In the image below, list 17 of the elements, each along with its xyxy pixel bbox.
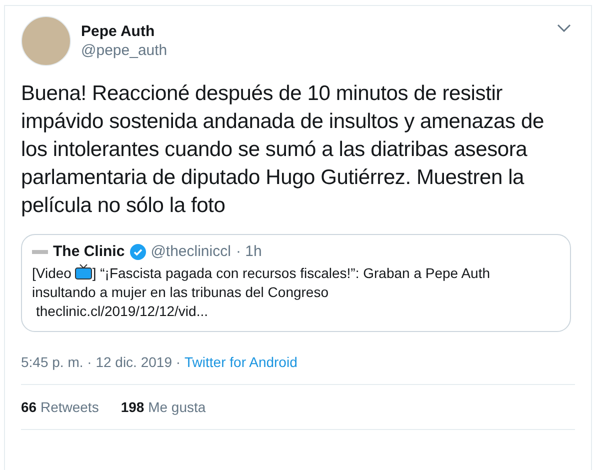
quoted-tweet[interactable]: The Clinic @thecliniccl · 1h [Video ] “¡Fascista pagada con recursos fiscales!”: Graban a Pepe Auth insultando a mujer en las tribunas del Congreso theclinic.cl/2019/12/12/vid...: [21, 234, 571, 332]
quoted-text-end: insultando a mujer en las tribunas del Congreso: [32, 284, 329, 300]
author-name: Pepe Auth: [81, 23, 156, 40]
logo-icon: [32, 248, 48, 256]
stat-count[interactable]: 66 Retweets: [21, 399, 99, 415]
quoted-author-handle: @thecliniccl: [150, 243, 231, 260]
quoted-text: ] “¡Fascista pagada con recursos fiscales!”: Graban a Pepe Auth: [92, 265, 490, 281]
quoted-time: · 1h: [236, 243, 262, 260]
quoted-link[interactable]: theclinic.cl/2019/12/12/vid...: [36, 303, 208, 319]
quoted-text-start: [Video: [32, 265, 72, 281]
author-handle: @pepe_auth: [81, 42, 168, 59]
timestamp: 5:45 p. m. · 12 dic. 2019 ·: [21, 354, 181, 370]
stat-count[interactable]: 198 Me gusta: [120, 399, 206, 415]
tweet-text: Buena! Reaccioné después de 10 minutos de resistir impávido sostenida andanada de insultos y amenazas de los intolerantes cuando se sumó a las diatribas asesora parlamentaria de diputado Hugo Gutiérrez. Muestren la película no sólo la foto: [21, 81, 545, 219]
television-icon: [75, 264, 92, 280]
chevron-down-icon[interactable]: [557, 24, 571, 32]
quoted-author-name: The Clinic: [53, 243, 125, 260]
